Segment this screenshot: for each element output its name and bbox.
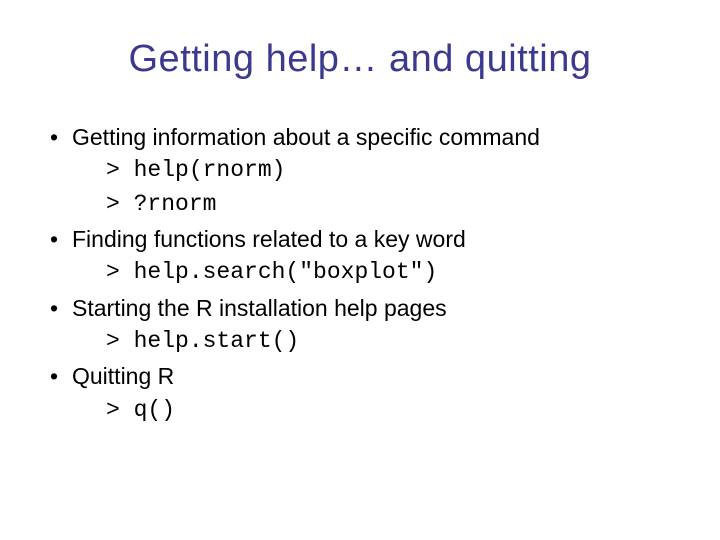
bullet-dot: •	[50, 121, 72, 154]
code-line: > help.search("boxplot")	[106, 256, 680, 289]
item-text: Getting information about a specific com…	[72, 124, 540, 150]
code-line: > help(rnorm)	[106, 154, 680, 187]
item-text: Quitting R	[72, 363, 174, 389]
bullet-list: •Getting information about a specific co…	[50, 121, 680, 427]
slide: Getting help… and quitting •Getting info…	[0, 0, 720, 540]
item-text: Finding functions related to a key word	[72, 226, 466, 252]
list-item: •Starting the R installation help pages …	[50, 292, 680, 359]
code-line: > ?rnorm	[106, 188, 680, 221]
slide-title: Getting help… and quitting	[40, 38, 680, 81]
code-line: > help.start()	[106, 325, 680, 358]
bullet-dot: •	[50, 223, 72, 256]
list-item: •Finding functions related to a key word…	[50, 223, 680, 290]
list-item: •Quitting R > q()	[50, 360, 680, 427]
code-line: > q()	[106, 394, 680, 427]
bullet-dot: •	[50, 360, 72, 393]
item-text: Starting the R installation help pages	[72, 295, 447, 321]
list-item: •Getting information about a specific co…	[50, 121, 680, 221]
bullet-dot: •	[50, 292, 72, 325]
